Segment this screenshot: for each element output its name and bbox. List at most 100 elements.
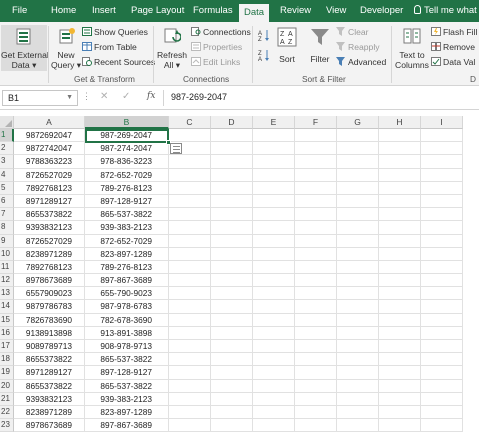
cell-empty[interactable] bbox=[253, 366, 295, 380]
cell-a[interactable]: 8726527029 bbox=[14, 234, 85, 248]
row-header[interactable]: 2 bbox=[0, 142, 14, 156]
row-header[interactable]: 21 bbox=[0, 392, 14, 406]
cell-empty[interactable] bbox=[169, 260, 211, 275]
cell-a[interactable]: 9872742047 bbox=[14, 142, 85, 156]
flash-fill-button[interactable]: Flash Fill bbox=[431, 27, 477, 37]
cell-empty[interactable] bbox=[421, 326, 463, 340]
cell-a[interactable]: 7826783690 bbox=[14, 313, 85, 327]
cell-empty[interactable] bbox=[379, 313, 421, 327]
cell-empty[interactable] bbox=[337, 313, 379, 327]
row-header[interactable]: 5 bbox=[0, 181, 14, 195]
cell-a[interactable]: 8655373822 bbox=[14, 379, 85, 393]
tab-view[interactable]: View bbox=[326, 0, 346, 22]
cell-b[interactable]: 987-269-2047 bbox=[85, 129, 169, 143]
cell-empty[interactable] bbox=[211, 142, 253, 156]
tab-page-layout[interactable]: Page Layout bbox=[131, 0, 184, 22]
cell-a[interactable]: 9138913898 bbox=[14, 326, 85, 340]
cell-empty[interactable] bbox=[211, 181, 253, 195]
advanced-filter-button[interactable]: Advanced bbox=[336, 57, 386, 67]
cell-empty[interactable] bbox=[253, 326, 295, 340]
column-header-h[interactable]: H bbox=[379, 116, 421, 129]
row-header[interactable]: 8 bbox=[0, 221, 14, 235]
cell-empty[interactable] bbox=[169, 300, 211, 314]
cell-empty[interactable] bbox=[211, 366, 253, 380]
cell-empty[interactable] bbox=[295, 405, 337, 420]
row-header[interactable]: 7 bbox=[0, 208, 14, 222]
cell-empty[interactable] bbox=[253, 313, 295, 327]
cell-empty[interactable] bbox=[379, 287, 421, 301]
cell-a[interactable]: 8978673689 bbox=[14, 274, 85, 288]
cell-empty[interactable] bbox=[253, 194, 295, 209]
cell-a[interactable]: 9872692047 bbox=[14, 129, 85, 143]
enter-checkmark-icon[interactable]: ✓ bbox=[122, 91, 130, 102]
cell-empty[interactable] bbox=[379, 274, 421, 288]
cell-a[interactable]: 9393832123 bbox=[14, 392, 85, 406]
column-header-f[interactable]: F bbox=[295, 116, 337, 129]
column-header-c[interactable]: C bbox=[169, 116, 211, 129]
cell-empty[interactable] bbox=[379, 129, 421, 143]
cell-empty[interactable] bbox=[295, 155, 337, 169]
row-header[interactable]: 3 bbox=[0, 155, 14, 169]
cancel-entry-icon[interactable]: ✕ bbox=[100, 91, 108, 102]
cell-b[interactable]: 897-867-3689 bbox=[85, 274, 169, 288]
cell-b[interactable]: 789-276-8123 bbox=[85, 260, 169, 275]
from-table-button[interactable]: From Table bbox=[82, 42, 137, 52]
cell-b[interactable]: 823-897-1289 bbox=[85, 247, 169, 261]
cell-empty[interactable] bbox=[295, 142, 337, 156]
chevron-down-icon[interactable]: ▼ bbox=[66, 91, 73, 105]
new-query-button[interactable]: New Query ▾ bbox=[51, 25, 81, 71]
cell-empty[interactable] bbox=[337, 221, 379, 235]
cell-empty[interactable] bbox=[379, 234, 421, 248]
filter-button[interactable]: Filter bbox=[306, 25, 334, 71]
sort-descending-button[interactable]: ZA bbox=[258, 49, 270, 63]
cell-empty[interactable] bbox=[337, 392, 379, 406]
cell-empty[interactable] bbox=[337, 300, 379, 314]
cell-empty[interactable] bbox=[211, 326, 253, 340]
cell-empty[interactable] bbox=[211, 247, 253, 261]
cell-empty[interactable] bbox=[169, 194, 211, 209]
cell-a[interactable]: 8238971289 bbox=[14, 405, 85, 420]
row-header[interactable]: 16 bbox=[0, 326, 14, 340]
cell-a[interactable]: 8971289127 bbox=[14, 366, 85, 380]
cell-b[interactable]: 655-790-9023 bbox=[85, 287, 169, 301]
cell-empty[interactable] bbox=[253, 419, 295, 433]
cell-empty[interactable] bbox=[211, 287, 253, 301]
row-header[interactable]: 4 bbox=[0, 168, 14, 182]
name-box[interactable]: B1 ▼ bbox=[2, 90, 78, 106]
connections-button[interactable]: Connections bbox=[191, 27, 251, 37]
column-header-b[interactable]: B bbox=[85, 116, 169, 129]
cell-empty[interactable] bbox=[169, 155, 211, 169]
cell-empty[interactable] bbox=[421, 392, 463, 406]
cell-empty[interactable] bbox=[253, 287, 295, 301]
row-header[interactable]: 18 bbox=[0, 353, 14, 367]
cell-a[interactable]: 8238971289 bbox=[14, 247, 85, 261]
cell-empty[interactable] bbox=[337, 326, 379, 340]
cell-empty[interactable] bbox=[421, 313, 463, 327]
cell-empty[interactable] bbox=[295, 366, 337, 380]
row-header[interactable]: 20 bbox=[0, 379, 14, 393]
row-header[interactable]: 6 bbox=[0, 194, 14, 209]
cell-empty[interactable] bbox=[379, 419, 421, 433]
cell-b[interactable]: 865-537-3822 bbox=[85, 379, 169, 393]
cell-empty[interactable] bbox=[421, 247, 463, 261]
cell-empty[interactable] bbox=[169, 221, 211, 235]
tab-data[interactable]: Data bbox=[239, 4, 270, 22]
column-header-e[interactable]: E bbox=[253, 116, 295, 129]
cell-b[interactable]: 978-836-3223 bbox=[85, 155, 169, 169]
row-header[interactable]: 23 bbox=[0, 419, 14, 433]
cell-empty[interactable] bbox=[337, 208, 379, 222]
cell-empty[interactable] bbox=[379, 300, 421, 314]
cell-empty[interactable] bbox=[295, 181, 337, 195]
cell-a[interactable]: 7892768123 bbox=[14, 260, 85, 275]
cell-empty[interactable] bbox=[211, 234, 253, 248]
row-header[interactable]: 9 bbox=[0, 234, 14, 248]
cell-a[interactable]: 8726527029 bbox=[14, 168, 85, 182]
cell-empty[interactable] bbox=[379, 155, 421, 169]
tab-insert[interactable]: Insert bbox=[92, 0, 116, 22]
cell-a[interactable]: 9788363223 bbox=[14, 155, 85, 169]
tab-file[interactable]: File bbox=[12, 0, 27, 22]
cell-b[interactable]: 939-383-2123 bbox=[85, 392, 169, 406]
data-validation-button[interactable]: Data Val bbox=[431, 57, 475, 67]
cell-empty[interactable] bbox=[337, 379, 379, 393]
cell-b[interactable]: 897-128-9127 bbox=[85, 194, 169, 209]
